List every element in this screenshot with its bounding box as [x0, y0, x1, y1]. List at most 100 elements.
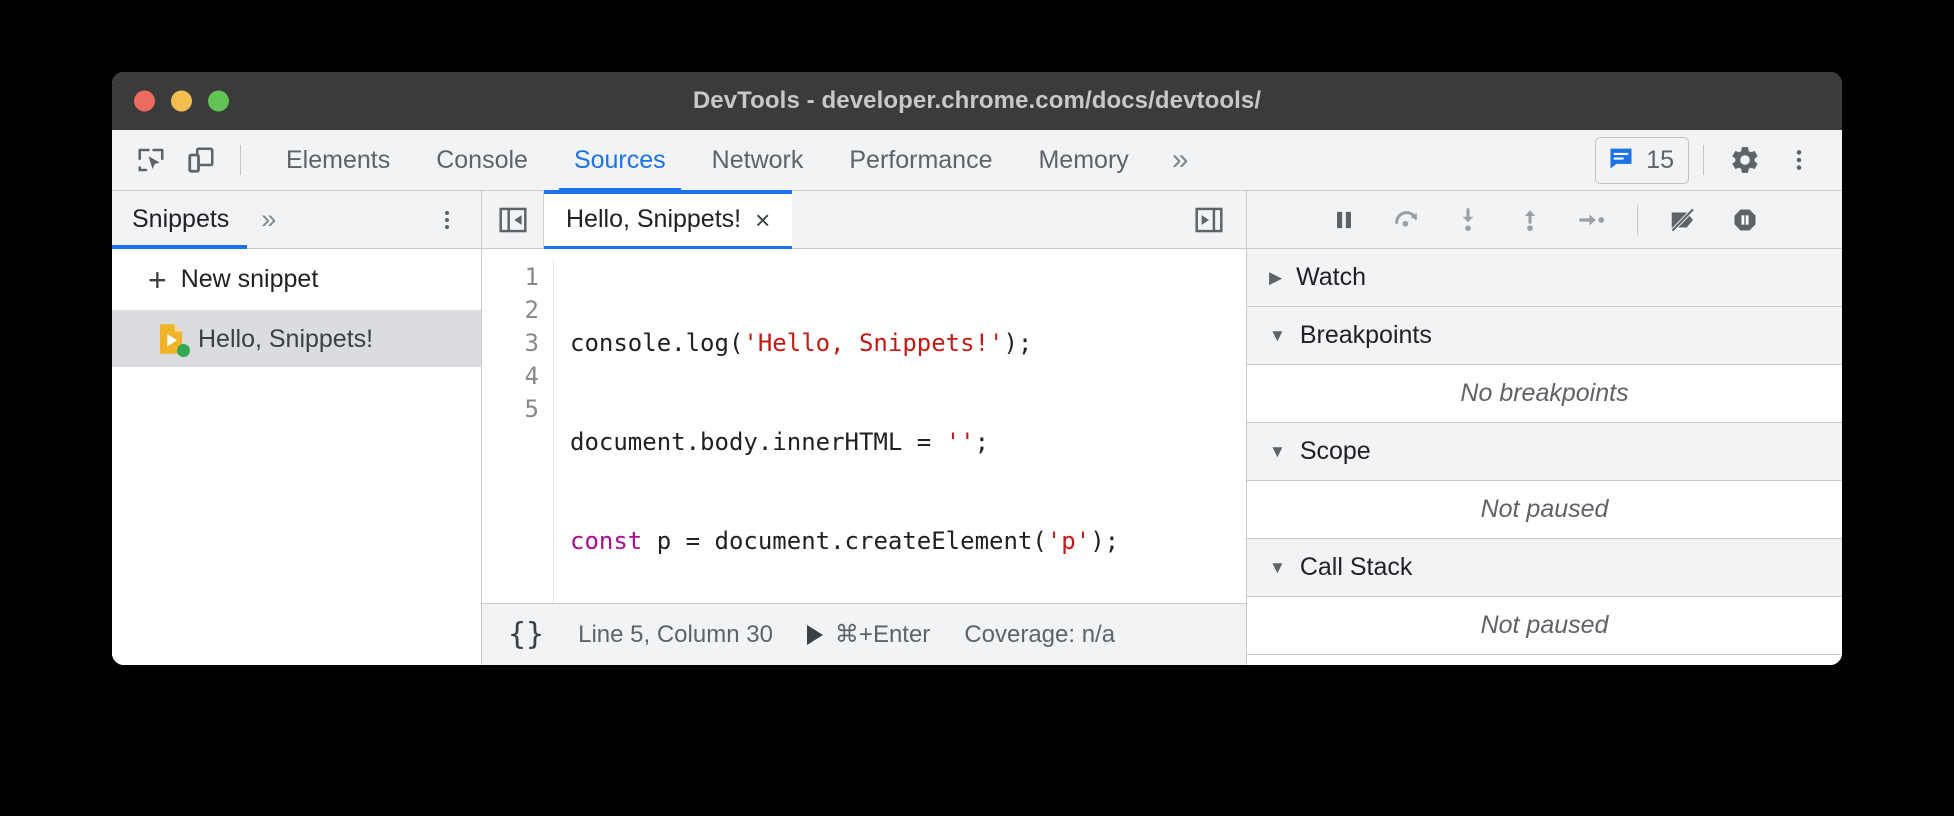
tab-sources-label: Sources — [574, 146, 666, 175]
section-scope[interactable]: ▼ Scope — [1247, 423, 1842, 481]
section-breakpoints-label: Breakpoints — [1300, 321, 1432, 350]
issues-message-badge[interactable]: 15 — [1595, 137, 1689, 184]
debugger-toolbar — [1247, 191, 1842, 249]
code-token: document.body.innerHTML = — [570, 428, 946, 456]
code-token-string: 'Hello, Snippets!' — [743, 329, 1003, 357]
debugger-toolbar-divider — [1637, 205, 1638, 235]
editor-pane: Hello, Snippets! × 1 2 — [482, 191, 1247, 665]
chevron-right-icon: ▶ — [1269, 269, 1282, 286]
tab-performance-label: Performance — [849, 146, 992, 175]
tab-console-label: Console — [436, 146, 528, 175]
code-token-keyword: const — [570, 527, 642, 555]
plus-icon: + — [148, 264, 167, 296]
code-editor[interactable]: 1 2 3 4 5 console.log('Hello, Snippets!'… — [482, 249, 1246, 603]
play-icon — [807, 625, 823, 645]
code-token: ); — [1090, 527, 1119, 555]
message-bubble-icon — [1607, 144, 1635, 177]
code-token: console.log( — [570, 329, 743, 357]
window-traffic-lights[interactable] — [134, 91, 229, 112]
tab-elements[interactable]: Elements — [263, 130, 413, 191]
close-window-button[interactable] — [134, 91, 155, 112]
step-into-button[interactable] — [1441, 196, 1495, 244]
devtools-window: DevTools - developer.chrome.com/docs/dev… — [112, 72, 1842, 665]
tab-memory[interactable]: Memory — [1015, 130, 1151, 191]
tab-performance[interactable]: Performance — [826, 130, 1015, 191]
new-snippet-button[interactable]: + New snippet — [112, 249, 481, 311]
show-debugger-icon[interactable] — [1172, 191, 1246, 248]
line-number: 2 — [482, 294, 539, 327]
pause-on-exceptions-button[interactable] — [1718, 196, 1772, 244]
tab-elements-label: Elements — [286, 146, 390, 175]
more-tabs-chevron-icon[interactable]: » — [1152, 130, 1209, 191]
section-call-stack[interactable]: ▼ Call Stack — [1247, 539, 1842, 597]
section-breakpoints[interactable]: ▼ Breakpoints — [1247, 307, 1842, 365]
debugger-pane: ▶ Watch ▼ Breakpoints No breakpoints ▼ S… — [1247, 191, 1842, 665]
line-number: 3 — [482, 327, 539, 360]
navigator-more-chevron-icon[interactable]: » — [247, 191, 290, 248]
list-item[interactable]: Hello, Snippets! — [112, 311, 481, 367]
line-number-gutter: 1 2 3 4 5 — [482, 261, 554, 603]
code-token-string: '' — [946, 428, 975, 456]
devtools-main-toolbar: Elements Console Sources Network Perform… — [112, 130, 1842, 191]
editor-status-bar: {} Line 5, Column 30 ⌘+Enter Coverage: n… — [482, 603, 1246, 665]
window-title: DevTools - developer.chrome.com/docs/dev… — [693, 87, 1261, 115]
step-over-button[interactable] — [1379, 196, 1433, 244]
chevron-down-icon: ▼ — [1269, 559, 1286, 576]
tab-network-label: Network — [712, 146, 804, 175]
coverage-status: Coverage: n/a — [964, 621, 1115, 649]
snippet-file-icon — [156, 323, 186, 355]
call-stack-empty-message: Not paused — [1247, 597, 1842, 655]
navigator-tab-snippets[interactable]: Snippets — [112, 191, 247, 248]
snippet-name: Hello, Snippets! — [198, 325, 373, 354]
section-watch[interactable]: ▶ Watch — [1247, 249, 1842, 307]
code-token: ); — [1003, 329, 1032, 357]
snippet-status-dot — [177, 344, 190, 357]
scope-empty-message: Not paused — [1247, 481, 1842, 539]
deactivate-breakpoints-button[interactable] — [1656, 196, 1710, 244]
line-number: 4 — [482, 360, 539, 393]
navigator-kebab-menu-icon[interactable] — [413, 191, 481, 248]
editor-tabbar: Hello, Snippets! × — [482, 191, 1246, 249]
navigator-tabbar: Snippets » — [112, 191, 481, 249]
editor-tab-hello-snippets[interactable]: Hello, Snippets! × — [544, 191, 792, 248]
maximize-window-button[interactable] — [208, 91, 229, 112]
resume-pause-button[interactable] — [1317, 196, 1371, 244]
code-line: const p = document.createElement('p'); — [570, 525, 1246, 558]
chevron-down-icon: ▼ — [1269, 327, 1286, 344]
inspect-element-icon[interactable] — [126, 137, 176, 183]
toolbar-right-divider — [1703, 145, 1704, 175]
step-button[interactable] — [1565, 196, 1619, 244]
minimize-window-button[interactable] — [171, 91, 192, 112]
section-scope-label: Scope — [1300, 437, 1371, 466]
line-number: 5 — [482, 393, 539, 426]
cursor-position: Line 5, Column 30 — [578, 621, 773, 649]
kebab-menu-icon[interactable] — [1772, 137, 1826, 183]
section-call-stack-label: Call Stack — [1300, 553, 1413, 582]
tab-sources[interactable]: Sources — [551, 130, 689, 191]
message-count: 15 — [1646, 146, 1674, 175]
chevron-down-icon: ▼ — [1269, 443, 1286, 460]
device-toolbar-icon[interactable] — [176, 137, 226, 183]
window-titlebar: DevTools - developer.chrome.com/docs/dev… — [112, 72, 1842, 130]
section-watch-label: Watch — [1296, 263, 1366, 292]
gear-icon[interactable] — [1718, 137, 1772, 183]
editor-tab-label: Hello, Snippets! — [566, 205, 741, 234]
show-navigator-icon[interactable] — [482, 191, 544, 248]
tab-console[interactable]: Console — [413, 130, 551, 191]
run-shortcut-label: ⌘+Enter — [835, 620, 930, 649]
tab-memory-label: Memory — [1038, 146, 1128, 175]
new-snippet-label: New snippet — [181, 265, 319, 294]
close-icon[interactable]: × — [755, 207, 770, 233]
code-line: console.log('Hello, Snippets!'); — [570, 327, 1246, 360]
line-number: 1 — [482, 261, 539, 294]
code-content[interactable]: console.log('Hello, Snippets!'); documen… — [554, 261, 1246, 603]
navigator-pane: Snippets » + New snippe — [112, 191, 482, 665]
sources-panel-body: Snippets » + New snippe — [112, 191, 1842, 665]
code-token: p = document.createElement( — [642, 527, 1047, 555]
code-token: ; — [975, 428, 989, 456]
pretty-print-button[interactable]: {} — [508, 617, 544, 652]
step-out-button[interactable] — [1503, 196, 1557, 244]
run-snippet-button[interactable]: ⌘+Enter — [807, 620, 930, 649]
code-token-string: 'p' — [1047, 527, 1090, 555]
tab-network[interactable]: Network — [689, 130, 827, 191]
